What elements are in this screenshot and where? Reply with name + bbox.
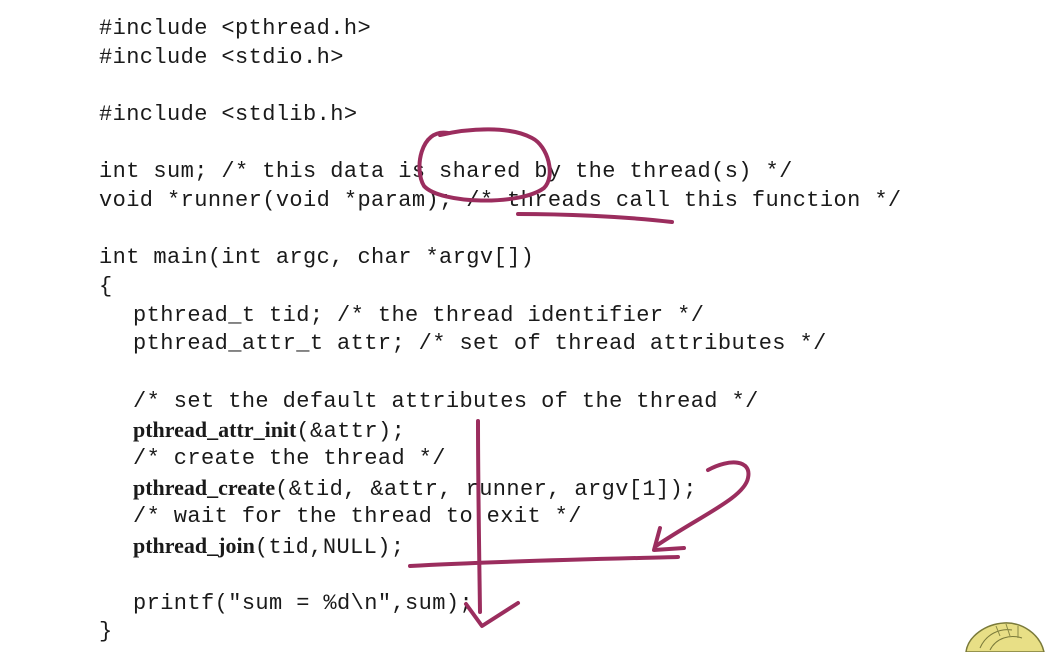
function-args-attr-init: (&attr); [296,419,406,444]
code-line-close-brace: } [99,619,113,644]
function-name-attr-init: pthread_attr_init [133,417,297,442]
function-args-join: (tid,NULL); [254,535,405,560]
code-line-join: pthread_join(tid,NULL); [133,531,404,560]
code-line-comment-create-thread: /* create the thread */ [133,446,446,471]
code-line-include-stdio: #include <stdio.h> [99,45,344,70]
code-line-sum-declaration: int sum; /* this data is shared by the t… [99,159,793,184]
code-line-attr-init: pthread_attr_init(&attr); [133,415,405,444]
code-line-include-pthread: #include <pthread.h> [99,16,372,41]
code-line-attr-declaration: pthread_attr_t attr; /* set of thread at… [133,331,827,356]
code-line-tid-declaration: pthread_t tid; /* the thread identifier … [133,303,705,328]
corner-image-fragment [965,622,1045,652]
code-line-comment-wait: /* wait for the thread to exit */ [133,504,582,529]
function-name-join: pthread_join [133,533,255,558]
code-line-include-stdlib: #include <stdlib.h> [99,102,358,127]
function-name-create: pthread_create [133,475,276,500]
code-line-main-signature: int main(int argc, char *argv[]) [99,245,535,270]
code-listing: #include <pthread.h> #include <stdio.h> … [0,0,1046,652]
code-line-create: pthread_create(&tid, &attr, runner, argv… [133,473,697,502]
code-line-open-brace: { [99,274,113,299]
code-line-runner-prototype: void *runner(void *param); /* threads ca… [99,188,902,213]
code-line-comment-default-attributes: /* set the default attributes of the thr… [133,389,759,414]
function-args-create: (&tid, &attr, runner, argv[1]); [275,477,697,502]
code-line-printf: printf("sum = %d\n",sum); [133,591,474,616]
